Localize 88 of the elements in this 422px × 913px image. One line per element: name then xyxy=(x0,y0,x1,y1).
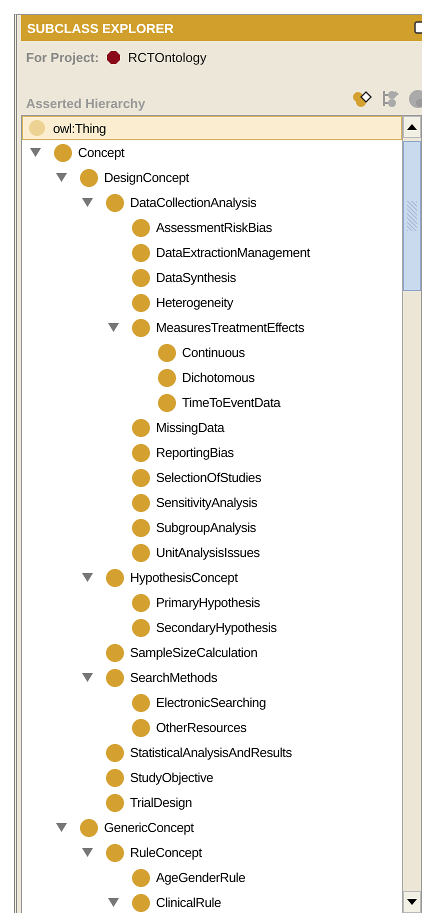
tree-item[interactable]: Continuous xyxy=(158,342,248,362)
project-name: RCTOntology xyxy=(128,50,206,64)
tree-item[interactable]: DesignConcept xyxy=(80,168,192,188)
expand-toggle-icon[interactable] xyxy=(82,197,92,208)
tree-item[interactable]: Dichotomous xyxy=(158,368,258,388)
class-icon xyxy=(80,818,98,836)
window-icon[interactable] xyxy=(414,21,422,35)
class-icon xyxy=(132,468,150,486)
scrollbar[interactable] xyxy=(402,116,421,913)
class-icon xyxy=(132,618,150,636)
down-arrow-icon xyxy=(407,899,417,905)
class-icon xyxy=(106,194,124,212)
tree-item[interactable]: OtherResources xyxy=(132,718,250,738)
tree-item[interactable]: DataSynthesis xyxy=(132,268,239,288)
tree-item[interactable]: TrialDesign xyxy=(106,792,195,812)
tree-item[interactable]: AssessmentRiskBias xyxy=(132,218,275,238)
class-icon xyxy=(132,418,150,436)
class-icon xyxy=(132,718,150,736)
class-icon xyxy=(132,868,150,886)
class-icon xyxy=(106,644,124,662)
class-icon xyxy=(132,444,150,462)
class-icon xyxy=(158,344,176,362)
class-icon xyxy=(132,518,150,536)
tree-item[interactable]: StatisticalAnalysisAndResults xyxy=(106,742,295,762)
tree-item[interactable]: UnitAnalysisIssues xyxy=(132,542,263,562)
tree-item[interactable]: SubgroupAnalysis xyxy=(132,518,259,538)
tree-item[interactable]: RuleConcept xyxy=(106,842,205,862)
class-icon xyxy=(132,594,150,612)
tree-item[interactable]: MeasuresTreatmentEffects xyxy=(132,318,308,338)
class-icon xyxy=(106,568,124,586)
class-icon xyxy=(132,268,150,286)
tree-item[interactable]: SensitivityAnalysis xyxy=(132,492,260,512)
project-label: For Project: xyxy=(26,50,99,64)
class-icon xyxy=(106,844,124,862)
tree-item[interactable]: Concept xyxy=(54,142,128,162)
class-icon xyxy=(132,544,150,562)
class-icon xyxy=(54,144,72,162)
scroll-thumb[interactable] xyxy=(403,141,421,291)
tree-item[interactable]: Heterogeneity xyxy=(132,292,236,312)
tree-item[interactable]: DataExtractionManagement xyxy=(132,242,313,262)
scroll-up-button[interactable] xyxy=(403,116,421,138)
delete-class-icon[interactable] xyxy=(408,89,422,109)
class-icon xyxy=(80,168,98,186)
panel-title: SUBCLASS EXPLORER xyxy=(27,20,174,36)
class-icon xyxy=(132,244,150,262)
class-icon xyxy=(132,494,150,512)
tree-item[interactable]: AgeGenderRule xyxy=(132,868,248,888)
create-subclass-icon[interactable] xyxy=(352,90,372,108)
up-arrow-icon xyxy=(407,124,417,130)
class-icon xyxy=(106,794,124,812)
tree-item[interactable]: ElectronicSearching xyxy=(132,692,269,712)
tree-item[interactable]: TimeToEventData xyxy=(158,392,284,412)
expand-toggle-icon[interactable] xyxy=(82,672,92,683)
class-icon xyxy=(132,894,150,912)
class-icon xyxy=(29,120,45,136)
expand-toggle-icon[interactable] xyxy=(108,322,118,333)
tree-item[interactable]: ReportingBias xyxy=(132,442,237,462)
expand-toggle-icon[interactable] xyxy=(82,572,92,583)
tree-item[interactable]: SecondaryHypothesis xyxy=(132,618,280,638)
hierarchy-label: Asserted Hierarchy xyxy=(26,96,146,113)
tree-item[interactable]: ClinicalRule xyxy=(132,892,224,912)
tree-item[interactable]: SearchMethods xyxy=(106,668,220,688)
expand-toggle-icon[interactable] xyxy=(30,147,40,158)
class-icon xyxy=(132,218,150,236)
class-icon xyxy=(132,294,150,312)
class-icon xyxy=(158,394,176,412)
class-icon xyxy=(132,694,150,712)
tree-item[interactable]: owl:Thing xyxy=(22,116,402,140)
class-icon xyxy=(158,368,176,386)
tree-item[interactable]: SampleSizeCalculation xyxy=(106,642,260,662)
tree-item[interactable]: DataCollectionAnalysis xyxy=(106,192,260,212)
tree-item[interactable]: PrimaryHypothesis xyxy=(132,592,263,612)
tree-item[interactable]: StudyObjective xyxy=(106,768,216,788)
project-icon xyxy=(106,50,120,64)
expand-toggle-icon[interactable] xyxy=(108,897,118,908)
class-icon xyxy=(106,668,124,686)
class-icon xyxy=(106,744,124,762)
tree-item[interactable]: GenericConcept xyxy=(80,818,197,838)
scroll-down-button[interactable] xyxy=(403,891,421,913)
hierarchy-icon[interactable] xyxy=(380,89,400,109)
expand-toggle-icon[interactable] xyxy=(82,847,92,858)
tree-item[interactable]: SelectionOfStudies xyxy=(132,468,264,488)
class-icon xyxy=(106,768,124,786)
tree-item[interactable]: HypothesisConcept xyxy=(106,568,241,588)
expand-toggle-icon[interactable] xyxy=(56,822,66,833)
class-icon xyxy=(132,318,150,336)
tree-item[interactable]: MissingData xyxy=(132,418,228,438)
expand-toggle-icon[interactable] xyxy=(56,172,66,183)
